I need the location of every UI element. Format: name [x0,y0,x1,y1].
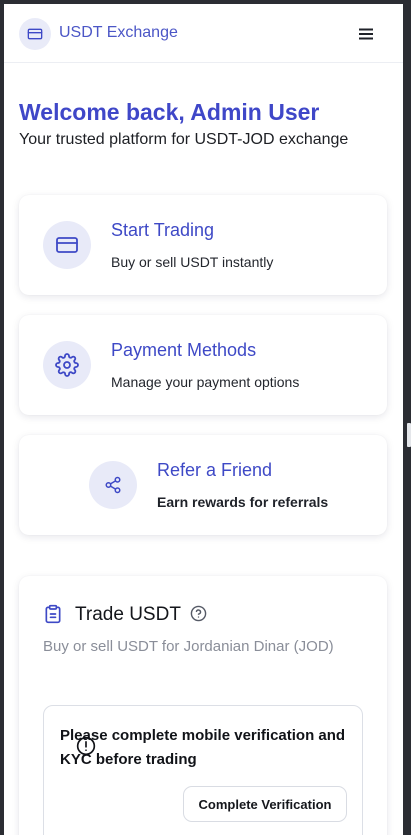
complete-verification-button[interactable]: Complete Verification [183,786,347,822]
refer-friend-desc: Earn rewards for referrals [157,494,329,510]
logo-badge[interactable] [19,18,51,50]
payment-methods-desc: Manage your payment options [111,374,300,390]
credit-card-icon [27,28,43,40]
side-panel-handle[interactable] [407,423,411,447]
hamburger-menu-icon [359,28,373,40]
share-icon [105,476,121,494]
refer-friend-title: Refer a Friend [157,460,273,480]
trade-usdt-title: Trade USDT [75,604,181,625]
refer-friend-icon-badge [89,461,137,509]
welcome-heading: Welcome back, Admin User [19,99,320,125]
gear-icon [55,353,79,377]
clipboard-icon [45,604,61,624]
help-circle-icon[interactable] [190,605,207,622]
start-trading-icon-badge [43,221,91,269]
verification-notice: Please complete mobile verification and … [43,705,363,835]
menu-button[interactable] [356,24,376,44]
verification-notice-text: Please complete mobile verification and … [60,727,346,768]
payment-methods-title: Payment Methods [111,340,257,360]
start-trading-desc: Buy or sell USDT instantly [111,254,274,270]
payment-methods-card[interactable]: Payment Methods Manage your payment opti… [19,315,387,415]
credit-card-icon [56,237,78,253]
start-trading-title: Start Trading [111,220,215,240]
trade-usdt-subtitle: Buy or sell USDT for Jordanian Dinar (JO… [43,638,334,655]
trade-usdt-panel: Trade USDT Buy or sell USDT for Jordania… [19,576,387,835]
refer-friend-card[interactable]: Refer a Friend Earn rewards for referral… [19,435,387,535]
start-trading-card[interactable]: Start Trading Buy or sell USDT instantly [19,195,387,295]
alert-circle-icon [76,736,96,756]
app-frame: USDT Exchange Welcome back, Admin User Y… [4,4,403,835]
brand-name[interactable]: USDT Exchange [59,24,178,42]
top-navbar: USDT Exchange [4,4,403,63]
tagline: Your trusted platform for USDT-JOD excha… [19,131,349,148]
payment-methods-icon-badge [43,341,91,389]
